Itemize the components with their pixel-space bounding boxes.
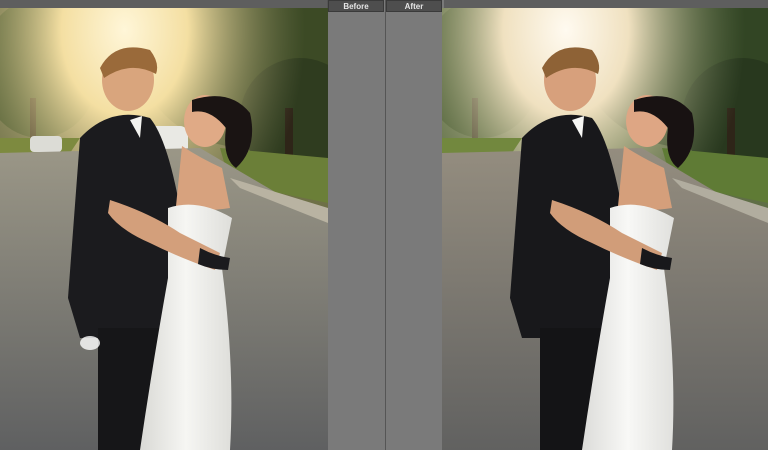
after-photo-illustration <box>442 8 768 450</box>
before-photo <box>0 8 328 450</box>
before-label: Before <box>328 0 384 12</box>
center-divider-right <box>385 0 444 450</box>
before-photo-illustration <box>0 8 328 450</box>
center-divider-left <box>327 0 386 450</box>
after-label: After <box>386 0 442 12</box>
after-photo <box>442 8 768 450</box>
